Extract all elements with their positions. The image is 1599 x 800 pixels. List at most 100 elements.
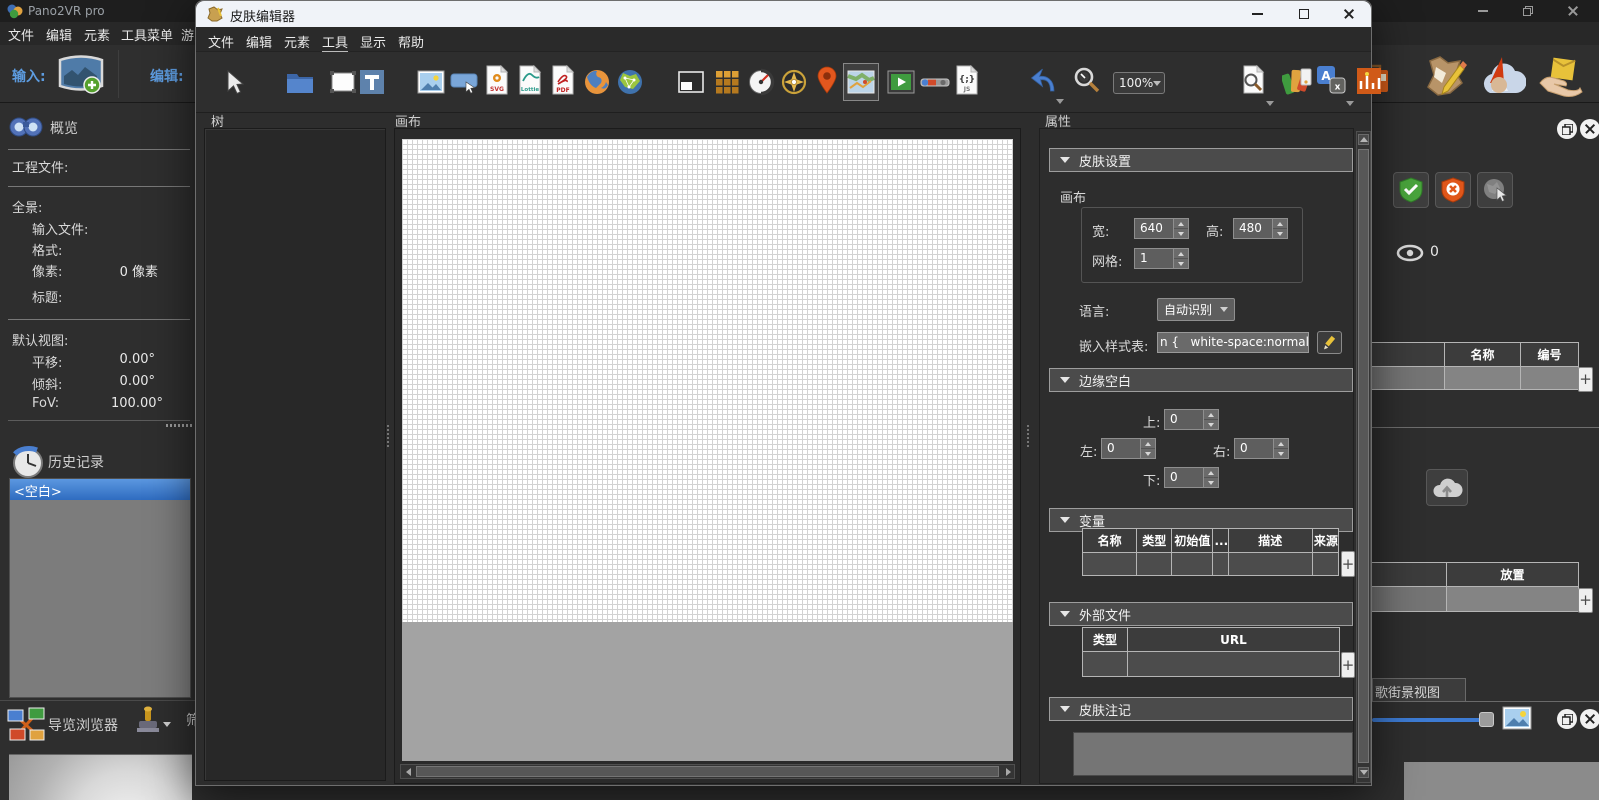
external-files-table[interactable]: 类型 URL (1082, 627, 1340, 677)
main-menu-tools[interactable]: 工具菜单 (121, 22, 173, 47)
hscroll-thumb[interactable] (416, 766, 999, 777)
margin-right-value[interactable]: 0 (1234, 438, 1274, 459)
margin-top-spin-buttons[interactable] (1204, 409, 1219, 430)
main-menu-file[interactable]: 文件 (8, 22, 34, 47)
width-value[interactable]: 640 (1134, 218, 1174, 239)
section-skin-settings[interactable]: 皮肤设置 (1049, 148, 1353, 172)
add-panorama-icon[interactable] (56, 52, 106, 100)
rectangle-tool-icon[interactable] (328, 67, 358, 97)
hotspot-disable-button[interactable] (1435, 172, 1471, 208)
grid-spinner[interactable]: 1 (1134, 248, 1189, 269)
timeline-element-icon[interactable] (920, 67, 950, 97)
cloud-upload-button[interactable] (1426, 469, 1468, 506)
svg-file-icon[interactable]: SVG (482, 65, 512, 95)
stamp-dropdown-arrow[interactable] (163, 722, 171, 727)
height-spin-buttons[interactable] (1273, 218, 1288, 239)
se-menu-view[interactable]: 显示 (360, 32, 386, 51)
video-element-icon[interactable] (886, 67, 916, 97)
margin-right-spin-buttons[interactable] (1274, 438, 1289, 459)
map-element-selected-box[interactable] (843, 63, 879, 101)
se-minimize-button[interactable] (1235, 1, 1280, 27)
props-splitter-handle[interactable] (1027, 425, 1029, 447)
preview-skin-icon[interactable] (1238, 65, 1268, 95)
se-menu-file[interactable]: 文件 (208, 32, 234, 51)
canvas-hscrollbar[interactable] (400, 764, 1015, 779)
vscroll-up-arrow[interactable] (1358, 134, 1369, 145)
height-spinner[interactable]: 480 (1233, 218, 1288, 239)
section-skin-notes[interactable]: 皮肤注记 (1049, 697, 1353, 721)
panel-float-button[interactable] (1557, 119, 1577, 139)
skin-notes-textarea[interactable] (1073, 732, 1353, 776)
panel2-close-button[interactable] (1580, 709, 1599, 729)
pin-element-icon[interactable] (812, 65, 842, 95)
js-file-icon[interactable]: {;}JS (952, 65, 982, 95)
table-row[interactable] (1083, 553, 1339, 576)
translate-dropdown-arrow[interactable] (1346, 101, 1354, 106)
hotspot-enable-button[interactable] (1393, 172, 1429, 208)
grid-spin-buttons[interactable] (1174, 248, 1189, 269)
width-spinner[interactable]: 640 (1134, 218, 1189, 239)
history-item-selected[interactable]: <空白> (10, 479, 190, 500)
main-close-button[interactable] (1551, 0, 1595, 22)
variables-add-button[interactable]: + (1341, 551, 1355, 577)
lottie-file-icon[interactable]: Lottie (515, 65, 545, 95)
margin-left-spinner[interactable]: 0 (1101, 438, 1156, 459)
props-vscrollbar[interactable] (1356, 131, 1371, 783)
height-value[interactable]: 480 (1233, 218, 1273, 239)
map-globe-icon[interactable] (582, 67, 612, 97)
margin-bottom-spin-buttons[interactable] (1204, 467, 1219, 488)
margin-right-spinner[interactable]: 0 (1234, 438, 1289, 459)
panel-close-button[interactable] (1580, 119, 1599, 139)
garden-gnome-cloud-icon[interactable] (1478, 53, 1526, 103)
se-close-button[interactable] (1327, 1, 1371, 27)
select-tool-icon[interactable] (218, 67, 248, 97)
network-map-icon[interactable] (615, 67, 645, 97)
se-menu-help[interactable]: 帮助 (398, 32, 424, 51)
main-restore-button[interactable] (1506, 0, 1550, 22)
canvas-outside-area[interactable] (402, 622, 1013, 761)
margin-top-spinner[interactable]: 0 (1164, 409, 1219, 430)
section-external-files[interactable]: 外部文件 (1049, 602, 1353, 626)
table-element-icon[interactable] (712, 67, 742, 97)
main-minimize-button[interactable] (1461, 0, 1505, 22)
components-icon[interactable] (1354, 65, 1384, 95)
skin-editor-icon[interactable] (1420, 53, 1468, 103)
tab-streetview[interactable]: 歌街景视图 (1372, 678, 1466, 702)
se-menu-elements[interactable]: 元素 (284, 32, 310, 51)
zoom-slider-track[interactable] (1372, 718, 1482, 722)
globe-pointer-button[interactable] (1477, 172, 1513, 208)
translate-icon[interactable]: Ax (1316, 65, 1346, 95)
main-menu-edit[interactable]: 编辑 (46, 22, 72, 47)
window-element-icon[interactable] (676, 67, 706, 97)
margin-bottom-value[interactable]: 0 (1164, 467, 1204, 488)
margin-bottom-spinner[interactable]: 0 (1164, 467, 1219, 488)
output-package-icon[interactable] (1536, 53, 1584, 103)
main-menu-elements[interactable]: 元素 (84, 22, 110, 47)
se-titlebar[interactable] (196, 1, 1371, 27)
tree-panel[interactable] (204, 128, 386, 781)
text-tool-icon[interactable] (357, 67, 387, 97)
image-quality-icon[interactable] (1502, 706, 1532, 734)
grid-value[interactable]: 1 (1134, 248, 1174, 269)
placement-add-button[interactable]: + (1578, 588, 1593, 613)
css-field[interactable]: n { white-space:normal } (1157, 332, 1309, 353)
vscroll-down-arrow[interactable] (1358, 767, 1369, 778)
patches-add-button[interactable]: + (1578, 367, 1593, 392)
gauge-element-icon[interactable] (746, 67, 776, 97)
zoom-tool-icon[interactable] (1072, 65, 1102, 95)
language-dropdown[interactable]: 自动识别 (1157, 298, 1235, 321)
margin-left-spin-buttons[interactable] (1141, 438, 1156, 459)
skin-canvas[interactable] (402, 139, 1013, 622)
margin-top-value[interactable]: 0 (1164, 409, 1204, 430)
container-tool-icon[interactable] (285, 67, 315, 97)
swatchbook-icon[interactable] (1282, 65, 1312, 95)
pdf-file-icon[interactable]: PDF (548, 65, 578, 95)
css-edit-button[interactable] (1317, 331, 1342, 354)
preview-dropdown-arrow[interactable] (1266, 101, 1274, 106)
tooltip-element-icon[interactable] (449, 67, 479, 97)
panel-resize-handle[interactable] (166, 424, 192, 427)
zoom-level-dropdown[interactable]: 100% (1113, 72, 1165, 94)
external-files-add-button[interactable]: + (1341, 652, 1355, 678)
margin-left-value[interactable]: 0 (1101, 438, 1141, 459)
width-spin-buttons[interactable] (1174, 218, 1189, 239)
